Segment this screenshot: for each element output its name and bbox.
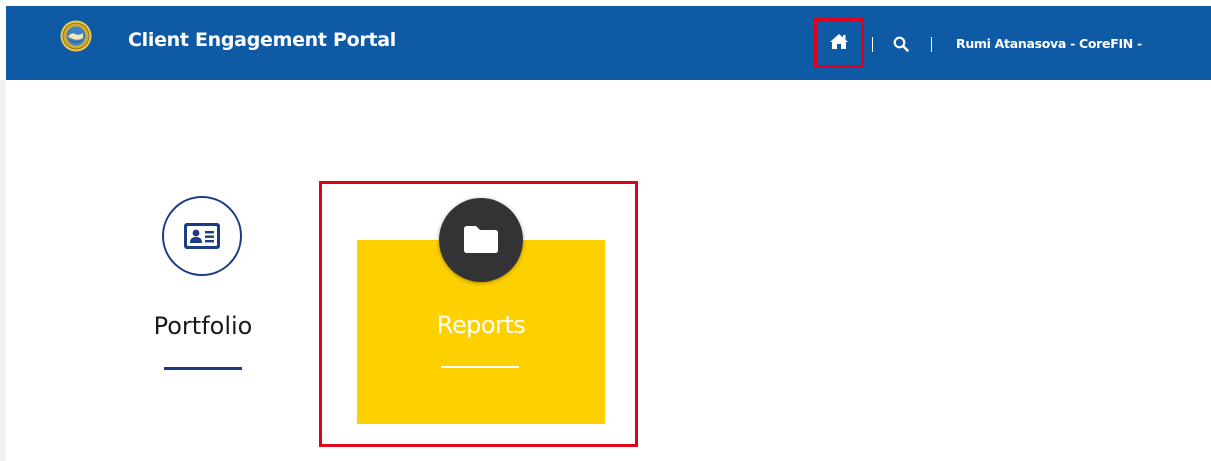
home-icon	[830, 34, 848, 49]
portfolio-tile[interactable]: Portfolio	[120, 196, 280, 386]
portfolio-icon-circle	[162, 196, 242, 276]
user-menu[interactable]: Rumi Atanasova - CoreFIN -	[956, 36, 1142, 51]
id-card-icon	[184, 223, 220, 249]
reports-label: Reports	[436, 311, 526, 339]
home-button[interactable]	[814, 18, 864, 68]
left-edge	[0, 80, 6, 461]
portfolio-label: Portfolio	[153, 312, 253, 340]
page: Client Engagement Portal Rumi Atanasova …	[0, 0, 1211, 461]
reports-underline	[441, 366, 519, 368]
folder-icon	[464, 226, 498, 253]
nav-divider	[872, 37, 873, 52]
seal-logo[interactable]	[60, 20, 92, 52]
search-button[interactable]	[890, 33, 912, 55]
nav-divider	[931, 37, 932, 52]
app-title: Client Engagement Portal	[128, 29, 396, 51]
top-nav-bar: Client Engagement Portal Rumi Atanasova …	[6, 6, 1211, 80]
portfolio-underline	[164, 367, 242, 370]
reports-icon-circle	[439, 198, 523, 282]
search-icon	[893, 36, 909, 52]
